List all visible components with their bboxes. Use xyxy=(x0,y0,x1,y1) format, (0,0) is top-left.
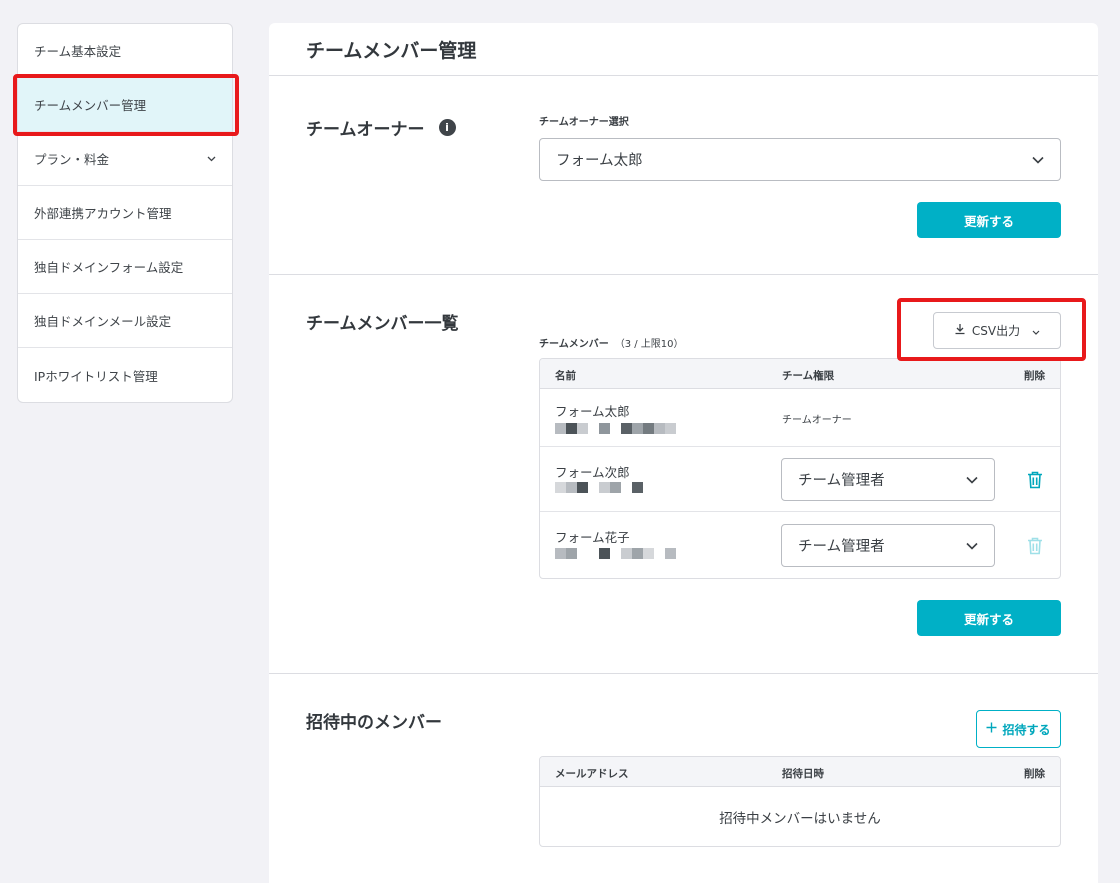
chevron-down-icon xyxy=(206,154,216,164)
chevron-down-icon xyxy=(966,538,978,554)
col-email: メールアドレス xyxy=(555,768,629,780)
sidebar-item-label: 独自ドメインメール設定 xyxy=(34,314,172,329)
members-update-button[interactable]: 更新する xyxy=(917,600,1061,636)
invites-title-text: 招待中のメンバー xyxy=(306,713,442,733)
sidebar-item-label: 外部連携アカウント管理 xyxy=(34,206,172,221)
sidebar-item-ip-whitelist[interactable]: IPホワイトリスト管理 xyxy=(18,348,232,402)
chevron-down-icon xyxy=(966,472,978,488)
owner-title-text: チームオーナー xyxy=(306,120,425,140)
sidebar-item-label: 独自ドメインフォーム設定 xyxy=(34,260,184,275)
sidebar-item-external-accounts[interactable]: 外部連携アカウント管理 xyxy=(18,186,232,240)
invites-table: メールアドレス 招待日時 削除 招待中メンバーはいません xyxy=(539,756,1061,847)
owner-select-label: チームオーナー選択 xyxy=(539,117,629,128)
member-name: フォーム太郎 xyxy=(555,404,630,419)
plus-icon xyxy=(986,722,997,736)
owner-update-button[interactable]: 更新する xyxy=(917,202,1061,238)
sidebar-item-label: IPホワイトリスト管理 xyxy=(34,368,158,384)
members-table-header: 名前 チーム権限 削除 xyxy=(540,359,1060,389)
table-row: フォーム次郎 チーム管理者 xyxy=(540,447,1060,512)
csv-export-button[interactable]: CSV出力 xyxy=(933,312,1061,349)
members-count: （3 / 上限10） xyxy=(614,339,684,350)
col-delete: 削除 xyxy=(1024,768,1045,780)
download-icon xyxy=(954,323,966,338)
invites-empty-message: 招待中メンバーはいません xyxy=(719,810,881,827)
sidebar-item-label: チーム基本設定 xyxy=(34,44,122,59)
page-title: チームメンバー管理 xyxy=(306,40,477,62)
main-panel: チームメンバー管理 チームオーナー i チームオーナー選択 フォーム太郎 更新す… xyxy=(269,23,1098,883)
sidebar-item-team-basic[interactable]: チーム基本設定 xyxy=(18,24,232,78)
members-table: 名前 チーム権限 削除 フォーム太郎 チームオーナー フォーム次郎 チーム管理者 xyxy=(539,358,1061,579)
table-row: フォーム花子 チーム管理者 xyxy=(540,512,1060,578)
member-role-select[interactable]: チーム管理者 xyxy=(781,524,995,567)
chevron-down-icon xyxy=(1032,152,1044,168)
member-name: フォーム花子 xyxy=(555,530,630,545)
trash-icon[interactable] xyxy=(1027,471,1043,489)
sidebar-item-label: チームメンバー管理 xyxy=(34,98,147,113)
sidebar-item-custom-domain-mail[interactable]: 独自ドメインメール設定 xyxy=(18,294,232,348)
col-delete: 削除 xyxy=(1024,370,1045,382)
member-email-redacted xyxy=(555,548,676,559)
col-date: 招待日時 xyxy=(782,768,824,780)
invites-section-title: 招待中のメンバー xyxy=(306,708,442,733)
sidebar-item-team-members[interactable]: チームメンバー管理 xyxy=(18,78,232,132)
member-email-redacted xyxy=(555,423,676,434)
sidebar-item-plan[interactable]: プラン・料金 xyxy=(18,132,232,186)
member-role-value: チーム管理者 xyxy=(798,473,885,489)
divider xyxy=(269,274,1098,275)
invite-button-label: 招待する xyxy=(1002,722,1051,737)
member-name: フォーム次郎 xyxy=(555,465,630,480)
members-label: チームメンバー （3 / 上限10） xyxy=(539,335,684,350)
members-title-text: チームメンバー一覧 xyxy=(306,314,459,334)
divider xyxy=(269,75,1098,76)
chevron-down-icon xyxy=(1032,324,1040,338)
csv-export-label: CSV出力 xyxy=(971,324,1021,338)
col-name: 名前 xyxy=(555,370,576,382)
owner-section-title: チームオーナー i xyxy=(306,115,456,140)
divider xyxy=(269,673,1098,674)
member-role-value: チーム管理者 xyxy=(798,539,885,555)
members-label-text: チームメンバー xyxy=(539,339,609,350)
info-icon[interactable]: i xyxy=(438,119,456,136)
member-role-text: チームオーナー xyxy=(782,415,852,426)
invites-table-header: メールアドレス 招待日時 削除 xyxy=(540,757,1060,787)
trash-icon[interactable] xyxy=(1027,537,1043,555)
member-email-redacted xyxy=(555,482,643,493)
sidebar-item-label: プラン・料金 xyxy=(34,152,110,167)
member-role-select[interactable]: チーム管理者 xyxy=(781,458,995,501)
sidebar: チーム基本設定 チームメンバー管理 プラン・料金 外部連携アカウント管理 独自ド… xyxy=(17,23,233,403)
sidebar-item-custom-domain-form[interactable]: 独自ドメインフォーム設定 xyxy=(18,240,232,294)
table-row: フォーム太郎 チームオーナー xyxy=(540,389,1060,447)
owner-select-value: フォーム太郎 xyxy=(556,153,643,169)
col-role: チーム権限 xyxy=(782,370,835,382)
owner-select[interactable]: フォーム太郎 xyxy=(539,138,1061,181)
members-section-title: チームメンバー一覧 xyxy=(306,309,459,334)
invite-button[interactable]: 招待する xyxy=(976,710,1061,748)
